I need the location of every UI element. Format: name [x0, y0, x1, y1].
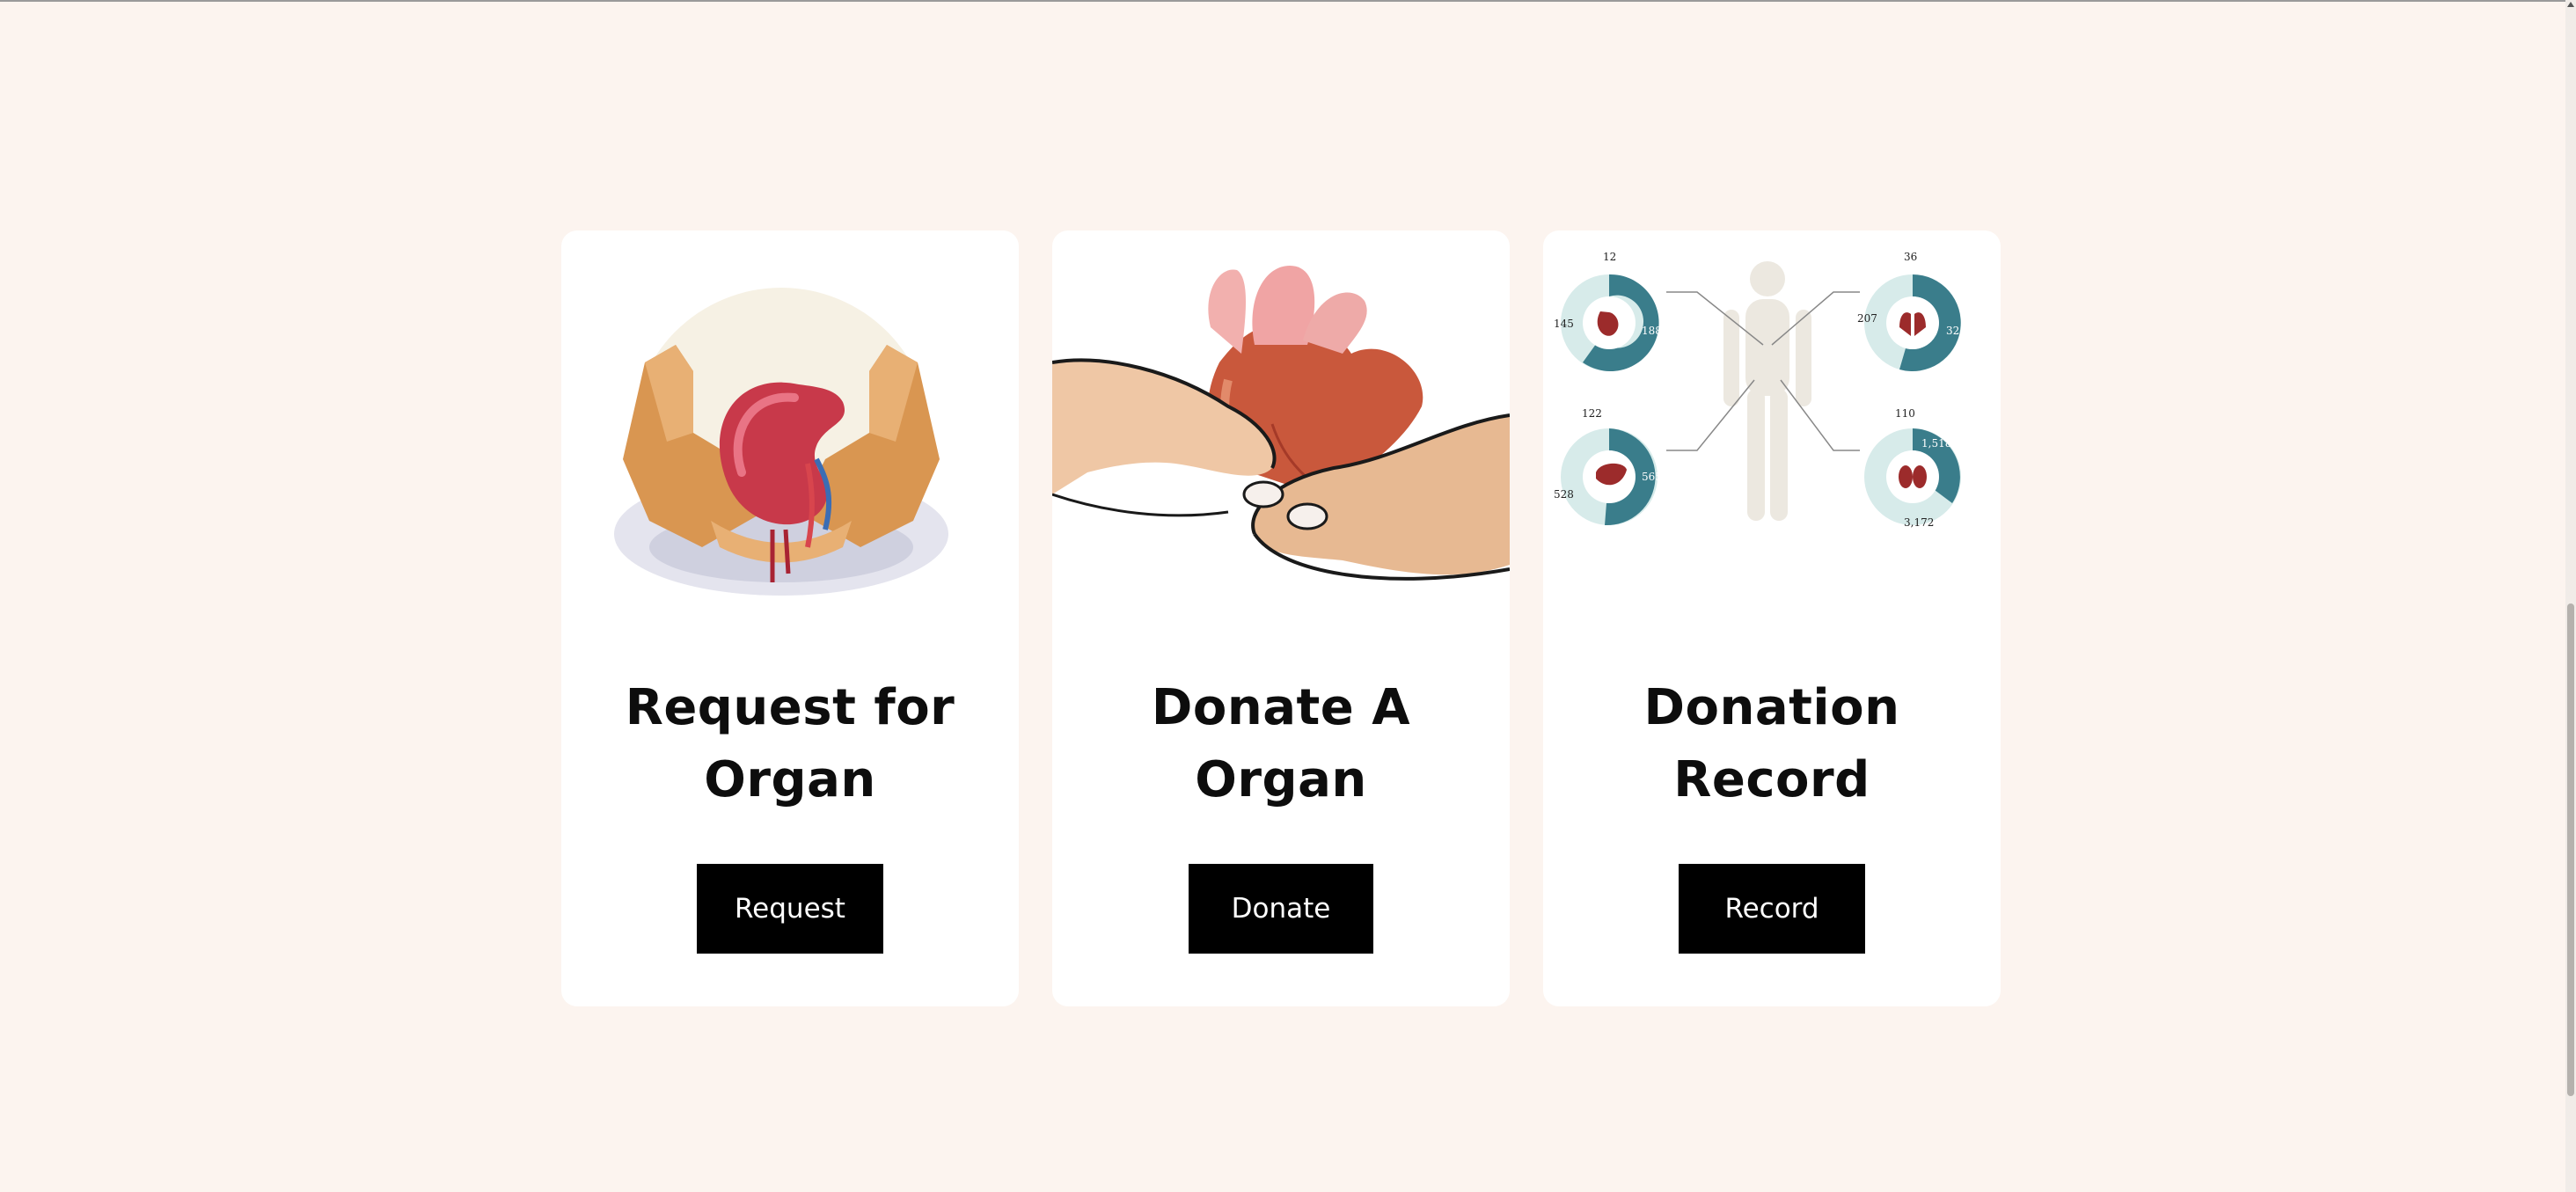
card-title-line: Request for: [625, 679, 955, 736]
record-button[interactable]: Record: [1679, 864, 1865, 954]
card-title-line: Donation: [1643, 679, 1900, 736]
kidney-top-value: 110: [1895, 407, 1915, 420]
card-title: Request for Organ: [561, 672, 1019, 816]
lungs-left-value: 207: [1857, 312, 1877, 325]
donate-button[interactable]: Donate: [1189, 864, 1373, 954]
browser-top-border: [0, 0, 2576, 2]
organ-donation-infographic: 12 145 188 36 207 325 122 528 565 110 1,…: [1543, 230, 2001, 618]
kidney-bottom-value: 3,172: [1904, 516, 1934, 529]
service-cards: Request for Organ Request Donate A Organ…: [561, 230, 2001, 1006]
liver-top-value: 122: [1582, 407, 1602, 420]
request-button[interactable]: Request: [697, 864, 883, 954]
kidney-in-hands-illustration: [561, 230, 1019, 618]
card-donate-organ: Donate A Organ Donate: [1052, 230, 1510, 1006]
heart-top-value: 12: [1603, 251, 1616, 263]
lungs-right-value: 325: [1946, 325, 1966, 337]
card-title-line: Organ: [704, 751, 876, 808]
card-title: Donation Record: [1543, 672, 2001, 816]
heart-in-hands-illustration: [1052, 230, 1510, 618]
liver-right-value: 565: [1642, 471, 1662, 483]
card-title: Donate A Organ: [1052, 672, 1510, 816]
vertical-scrollbar[interactable]: [2565, 0, 2576, 1192]
kidney-right-value: 1,518: [1921, 437, 1951, 450]
scrollbar-thumb[interactable]: [2567, 603, 2574, 1096]
lungs-top-value: 36: [1904, 251, 1917, 263]
card-title-line: Record: [1673, 751, 1870, 808]
card-donation-record: 12 145 188 36 207 325 122 528 565 110 1,…: [1543, 230, 2001, 1006]
card-title-line: Donate A: [1151, 679, 1411, 736]
heart-left-value: 145: [1554, 318, 1574, 330]
scroll-up-arrow-icon[interactable]: [2567, 2, 2574, 7]
card-title-line: Organ: [1195, 751, 1367, 808]
liver-left-value: 528: [1554, 488, 1574, 501]
card-request-organ: Request for Organ Request: [561, 230, 1019, 1006]
heart-right-value: 188: [1642, 325, 1662, 337]
